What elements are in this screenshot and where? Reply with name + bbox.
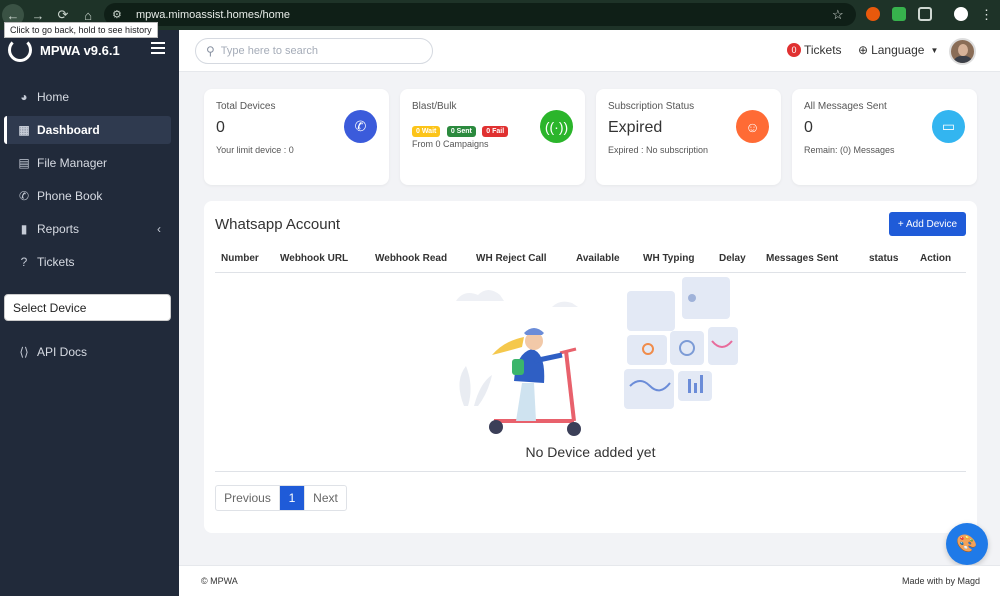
sidebar-item-file-manager[interactable]: ▤ File Manager — [4, 149, 171, 177]
column-header: Delay — [719, 253, 746, 264]
card-value: 0 — [804, 119, 813, 136]
address-bar[interactable]: ⚙ mpwa.mimoassist.homes/home — [104, 3, 856, 26]
column-header: Webhook Read — [375, 253, 448, 264]
card-subtitle: Expired : No subscription — [608, 145, 709, 155]
card-value: 0 — [216, 119, 225, 136]
footer-copyright: © MPWA — [201, 576, 238, 586]
column-header: Webhook URL — [280, 253, 349, 264]
card-value: Expired — [608, 119, 663, 136]
fail-badge: 0 Fail — [482, 126, 509, 137]
theme-palette-button[interactable]: 🎨 — [946, 523, 988, 565]
globe-icon: ⊕ — [858, 43, 869, 57]
current-page-button[interactable]: 1 — [280, 486, 304, 510]
brand-logo-icon — [8, 38, 32, 62]
code-icon: ⟨⟩ — [19, 345, 29, 359]
message-icon: ▭ — [932, 110, 965, 143]
sidebar-item-tickets[interactable]: ? Tickets — [4, 248, 171, 276]
sidebar-item-label: Tickets — [37, 255, 75, 269]
column-header: status — [869, 253, 899, 264]
url-text: mpwa.mimoassist.homes/home — [136, 8, 291, 21]
bookmark-star-icon[interactable]: ☆ — [832, 7, 844, 23]
column-header: Number — [221, 253, 259, 264]
back-button-tooltip: Click to go back, hold to see history — [4, 22, 158, 38]
sidebar-item-api-docs[interactable]: ⟨⟩ API Docs — [4, 338, 171, 366]
language-dropdown[interactable]: ⊕ Language ▼ — [858, 43, 938, 57]
sidebar-item-label: API Docs — [37, 345, 88, 359]
footer: © MPWA Made with by Magd — [179, 565, 1000, 596]
brand[interactable]: MPWA v9.6.1 — [8, 38, 120, 62]
language-label: Language — [871, 43, 925, 57]
user-avatar[interactable] — [949, 38, 976, 65]
card-title: All Messages Sent — [804, 101, 887, 112]
subscription-status-card: Subscription Status Expired Expired : No… — [596, 89, 781, 185]
profile-icon[interactable] — [954, 7, 968, 21]
card-subtitle: Remain: (0) Messages — [804, 145, 895, 155]
card-subtitle: From 0 Campaigns — [412, 139, 489, 149]
select-device-dropdown[interactable]: Select Device — [4, 294, 171, 321]
tickets-count-badge: 0 — [787, 43, 801, 57]
tickets-label: Tickets — [804, 43, 842, 57]
sidebar-item-label: Home — [37, 90, 70, 104]
column-header: Action — [920, 253, 952, 264]
sidebar-item-dashboard[interactable]: ▦ Dashboard — [4, 116, 171, 144]
sent-badge: 0 Sent — [446, 126, 476, 137]
bookmark-icon: ▮ — [20, 222, 28, 236]
search-input[interactable] — [220, 45, 411, 57]
add-device-button[interactable]: + Add Device — [889, 212, 966, 236]
empty-state-text: No Device added yet — [525, 444, 656, 460]
sidebar-item-label: Reports — [37, 222, 80, 236]
grid-icon: ▦ — [18, 123, 30, 137]
sidebar-item-reports[interactable]: ▮ Reports ‹ — [4, 215, 171, 243]
sidebar-item-label: Phone Book — [37, 189, 103, 203]
card-title: Blast/Bulk — [412, 101, 457, 112]
sidebar-item-label: File Manager — [37, 156, 108, 170]
palette-icon: ◕ — [20, 90, 28, 104]
file-icon: ▤ — [18, 156, 30, 170]
sidebar: MPWA v9.6.1 ◕ Home ▦ Dashboard ▤ File Ma… — [0, 30, 179, 596]
tickets-link[interactable]: 0 Tickets — [787, 43, 842, 57]
search-icon: ⚲ — [206, 44, 215, 58]
sidebar-item-label: Dashboard — [37, 123, 100, 137]
blast-bulk-card: Blast/Bulk 0 Wait 0 Sent 0 Fail From 0 C… — [400, 89, 585, 185]
extension-icon[interactable] — [866, 7, 880, 21]
search-box[interactable]: ⚲ — [195, 38, 433, 64]
sidebar-item-phone-book[interactable]: ✆ Phone Book — [4, 182, 171, 210]
wait-badge: 0 Wait — [412, 126, 441, 137]
card-title: Total Devices — [216, 101, 276, 112]
column-header: Available — [576, 253, 620, 264]
previous-page-button[interactable]: Previous — [216, 486, 280, 510]
hamburger-menu-icon[interactable] — [151, 42, 165, 57]
column-header: WH Typing — [643, 253, 695, 264]
empty-state-illustration — [456, 277, 738, 436]
whatsapp-account-panel: Whatsapp Account + Add Device Number Web… — [204, 201, 977, 533]
caret-down-icon: ▼ — [930, 45, 939, 55]
next-page-button[interactable]: Next — [304, 486, 346, 510]
pagination: Previous 1 Next — [215, 485, 347, 511]
card-title: Subscription Status — [608, 101, 695, 112]
topbar: ⚲ 0 Tickets ⊕ Language ▼ — [179, 30, 1000, 72]
card-subtitle: Your limit device : 0 — [216, 145, 294, 155]
kebab-menu-icon[interactable]: ⋮ — [980, 7, 993, 22]
table-header: Number Webhook URL Webhook Read WH Rejec… — [215, 249, 966, 273]
phone-icon: ✆ — [18, 189, 30, 203]
sidebar-item-home[interactable]: ◕ Home — [4, 83, 171, 111]
panel-title: Whatsapp Account — [215, 216, 341, 233]
divider — [215, 471, 966, 472]
column-header: Messages Sent — [766, 253, 839, 264]
footer-credit: Made with by Magd — [901, 576, 980, 586]
puzzle-icon[interactable] — [918, 7, 932, 21]
extension-icon[interactable] — [892, 7, 906, 21]
question-icon: ? — [20, 255, 28, 269]
brand-name: MPWA v9.6.1 — [40, 42, 120, 58]
broadcast-icon: ((·)) — [540, 110, 573, 143]
whatsapp-icon: ✆ — [344, 110, 377, 143]
total-devices-card: Total Devices 0 Your limit device : 0 ✆ — [204, 89, 389, 185]
column-header: WH Reject Call — [476, 253, 547, 264]
messages-sent-card: All Messages Sent 0 Remain: (0) Messages… — [792, 89, 977, 185]
smile-icon: ☺ — [736, 110, 769, 143]
site-settings-icon[interactable]: ⚙ — [112, 8, 130, 21]
chevron-left-icon: ‹ — [157, 222, 161, 236]
